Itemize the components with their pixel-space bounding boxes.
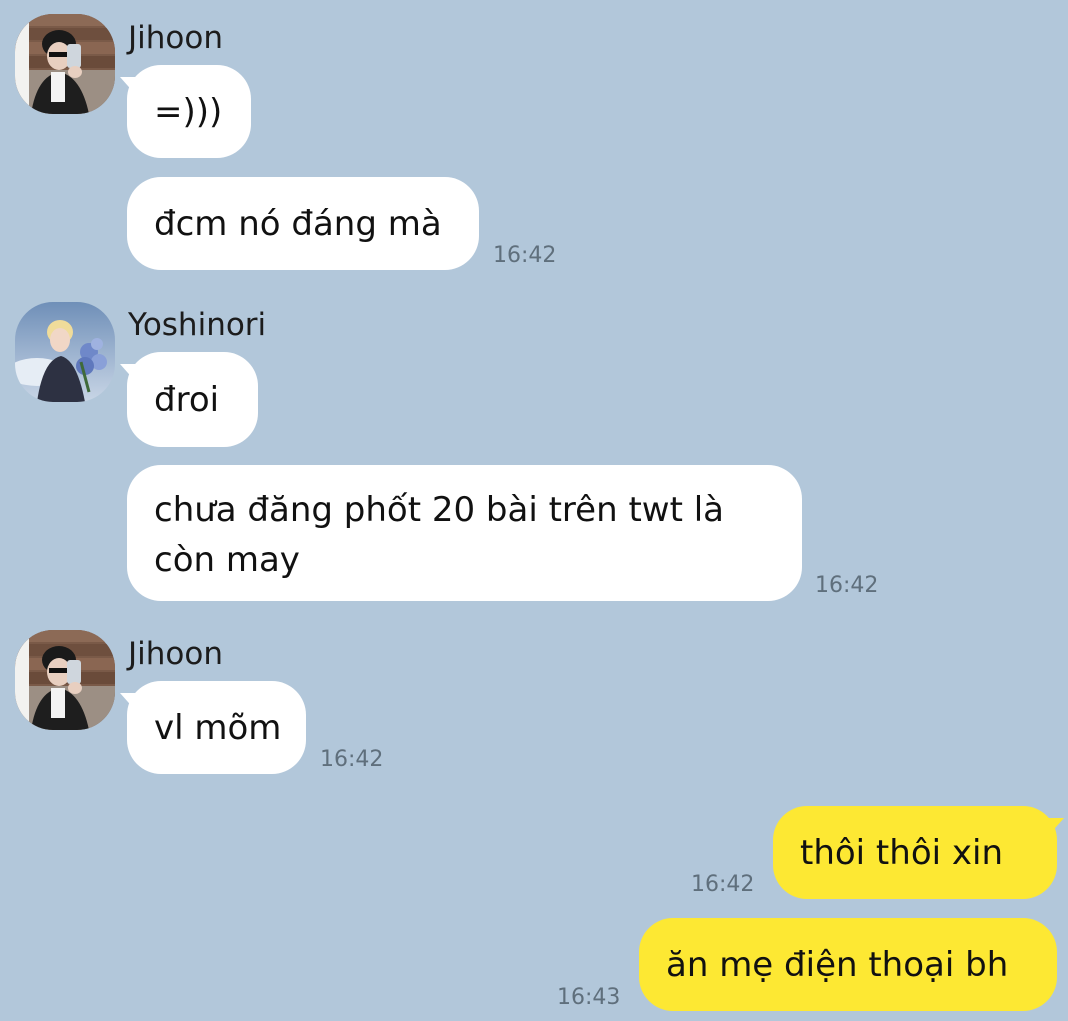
message-timestamp: 16:42 bbox=[815, 573, 879, 598]
own-message-bubble[interactable]: thôi thôi xin bbox=[773, 806, 1064, 899]
message-timestamp: 16:42 bbox=[320, 747, 384, 772]
message-timestamp: 16:42 bbox=[691, 872, 755, 897]
own-message-bubble[interactable]: ăn mẹ điện thoại bh bbox=[639, 918, 1057, 1011]
message-bubble[interactable]: =))) bbox=[120, 65, 251, 158]
sender-name: Yoshinori bbox=[128, 307, 267, 343]
jihoon-avatar-icon bbox=[15, 630, 115, 730]
message-bubble[interactable]: đcm nó đáng mà bbox=[127, 177, 479, 270]
avatar-jihoon[interactable] bbox=[15, 630, 115, 730]
sender-name: Jihoon bbox=[128, 636, 223, 672]
message-timestamp: 16:42 bbox=[493, 243, 557, 268]
message-bubble[interactable]: chưa đăng phốt 20 bài trên twt là còn ma… bbox=[127, 465, 802, 601]
jihoon-avatar-icon bbox=[15, 14, 115, 114]
yoshinori-avatar-icon bbox=[15, 302, 115, 402]
message-bubble[interactable]: vl mõm bbox=[120, 681, 306, 774]
message-bubble[interactable]: đroi bbox=[120, 352, 258, 447]
sender-name: Jihoon bbox=[128, 20, 223, 56]
avatar-yoshinori[interactable] bbox=[15, 302, 115, 402]
message-timestamp: 16:43 bbox=[557, 985, 621, 1010]
avatar-jihoon[interactable] bbox=[15, 14, 115, 114]
